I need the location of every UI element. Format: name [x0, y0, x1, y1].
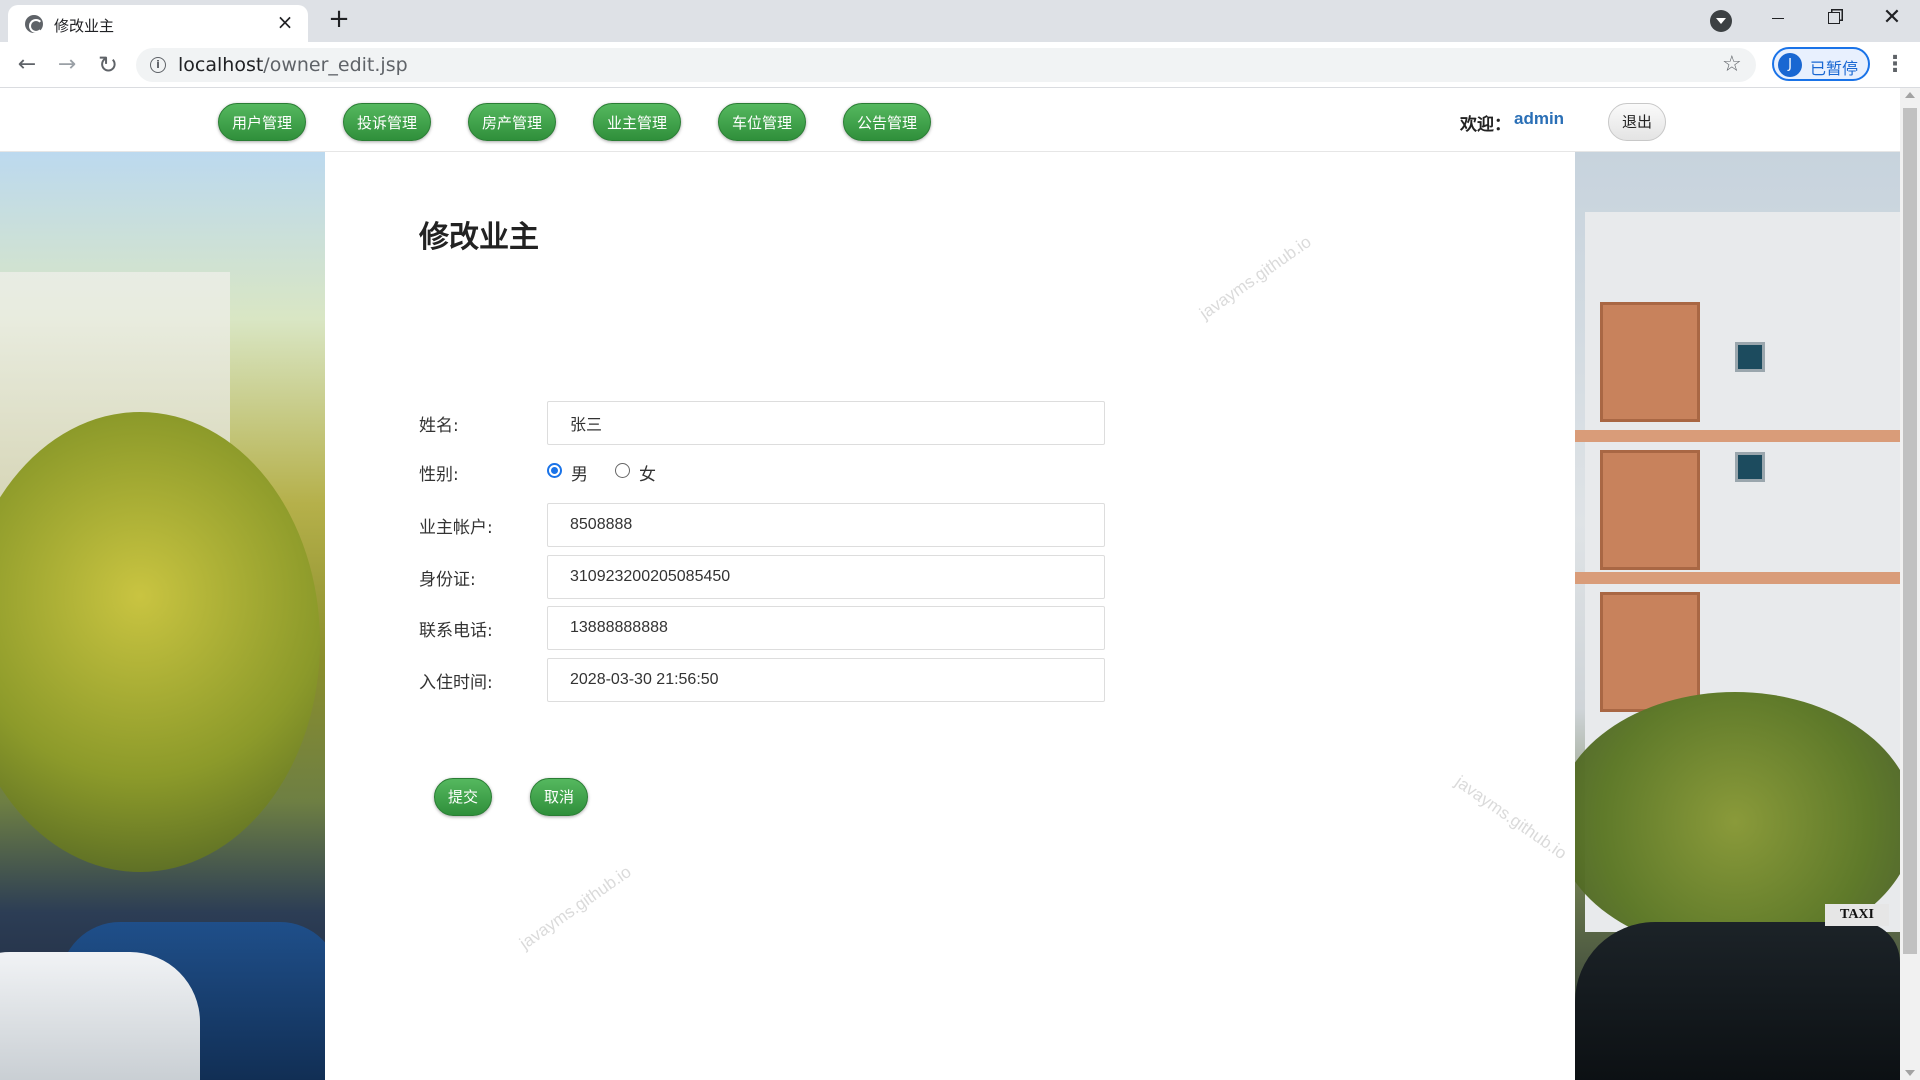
photo-door — [1600, 592, 1700, 712]
browser-tabstrip: 修改业主 × + ✕ — [0, 0, 1920, 42]
photo-door — [1600, 302, 1700, 422]
close-tab-icon[interactable]: × — [274, 11, 296, 33]
cancel-button[interactable]: 取消 — [530, 778, 588, 816]
page-viewport: 用户管理 投诉管理 房产管理 业主管理 车位管理 公告管理 欢迎： admin … — [0, 88, 1900, 1080]
kebab-menu-icon[interactable]: ⋮ — [1880, 50, 1910, 80]
browser-tab[interactable]: 修改业主 × — [8, 5, 308, 42]
edit-owner-panel: 修改业主 姓名: 性别: 男 女 业主帐户: 身份证: 联系电话: 入住时间: — [325, 152, 1575, 1080]
account-label: 业主帐户: — [419, 518, 493, 538]
phone-label: 联系电话: — [419, 621, 493, 641]
photo-band — [1575, 572, 1900, 584]
name-input[interactable] — [547, 401, 1105, 445]
gender-female-label: 女 — [639, 465, 656, 485]
right-background-photo: TAXI — [1575, 152, 1900, 1080]
account-input[interactable] — [547, 503, 1105, 547]
photo-window — [1735, 342, 1765, 372]
nav-complaint-management[interactable]: 投诉管理 — [343, 103, 431, 141]
info-icon[interactable]: i — [150, 57, 166, 73]
page-scrollbar[interactable] — [1900, 88, 1920, 1080]
welcome-username: admin — [1514, 109, 1565, 128]
photo-tree — [0, 412, 320, 872]
page-title: 修改业主 — [419, 220, 539, 255]
left-background-photo — [0, 152, 325, 1080]
photo-car — [0, 952, 200, 1080]
nav-owner-management[interactable]: 业主管理 — [593, 103, 681, 141]
scroll-thumb[interactable] — [1903, 108, 1917, 954]
gender-female-radio[interactable] — [615, 463, 630, 478]
avatar: J — [1778, 53, 1802, 77]
photo-band — [1575, 430, 1900, 442]
gender-label: 性别: — [419, 465, 459, 485]
url-path: /owner_edit.jsp — [263, 54, 408, 76]
checkin-input[interactable] — [547, 658, 1105, 702]
photo-taxi-sign: TAXI — [1825, 904, 1889, 926]
logout-button[interactable]: 退出 — [1608, 103, 1666, 141]
nav-user-management[interactable]: 用户管理 — [218, 103, 306, 141]
photo-door — [1600, 450, 1700, 570]
forward-arrow-icon[interactable]: → — [52, 50, 82, 80]
url-text[interactable]: localhost/owner_edit.jsp — [178, 54, 408, 76]
welcome-label: 欢迎： — [1460, 115, 1511, 135]
minimize-icon[interactable] — [1750, 0, 1806, 36]
bookmark-star-icon[interactable]: ☆ — [1722, 52, 1742, 77]
nav-parking-management[interactable]: 车位管理 — [718, 103, 806, 141]
checkin-label: 入住时间: — [419, 673, 493, 693]
photo-window — [1735, 452, 1765, 482]
top-navigation: 用户管理 投诉管理 房产管理 业主管理 车位管理 公告管理 欢迎： admin … — [0, 88, 1900, 152]
tab-title: 修改业主 — [54, 17, 115, 35]
profile-status: 已暂停 — [1810, 59, 1859, 78]
profile-button[interactable]: J 已暂停 — [1772, 47, 1870, 81]
submit-button[interactable]: 提交 — [434, 778, 492, 816]
scroll-down-icon[interactable] — [1905, 1070, 1915, 1076]
gender-male-radio[interactable] — [547, 463, 562, 478]
browser-toolbar: ← → ↻ i localhost/owner_edit.jsp ☆ J 已暂停… — [0, 42, 1920, 88]
gender-male-label: 男 — [571, 465, 588, 485]
nav-notice-management[interactable]: 公告管理 — [843, 103, 931, 141]
back-arrow-icon[interactable]: ← — [12, 50, 42, 80]
reload-icon[interactable]: ↻ — [93, 50, 123, 80]
restore-icon[interactable] — [1806, 0, 1862, 36]
address-bar[interactable]: i localhost/owner_edit.jsp ☆ — [136, 48, 1756, 82]
id-card-label: 身份证: — [419, 570, 476, 590]
window-close-icon[interactable]: ✕ — [1864, 0, 1920, 36]
phone-input[interactable] — [547, 606, 1105, 650]
id-card-input[interactable] — [547, 555, 1105, 599]
new-tab-icon[interactable]: + — [324, 4, 354, 34]
scroll-up-icon[interactable] — [1905, 92, 1915, 98]
photo-taxi — [1575, 922, 1900, 1080]
url-host: localhost — [178, 54, 264, 76]
tab-search-icon[interactable] — [1710, 10, 1732, 32]
nav-property-management[interactable]: 房产管理 — [468, 103, 556, 141]
name-label: 姓名: — [419, 416, 459, 436]
globe-icon — [25, 15, 43, 33]
